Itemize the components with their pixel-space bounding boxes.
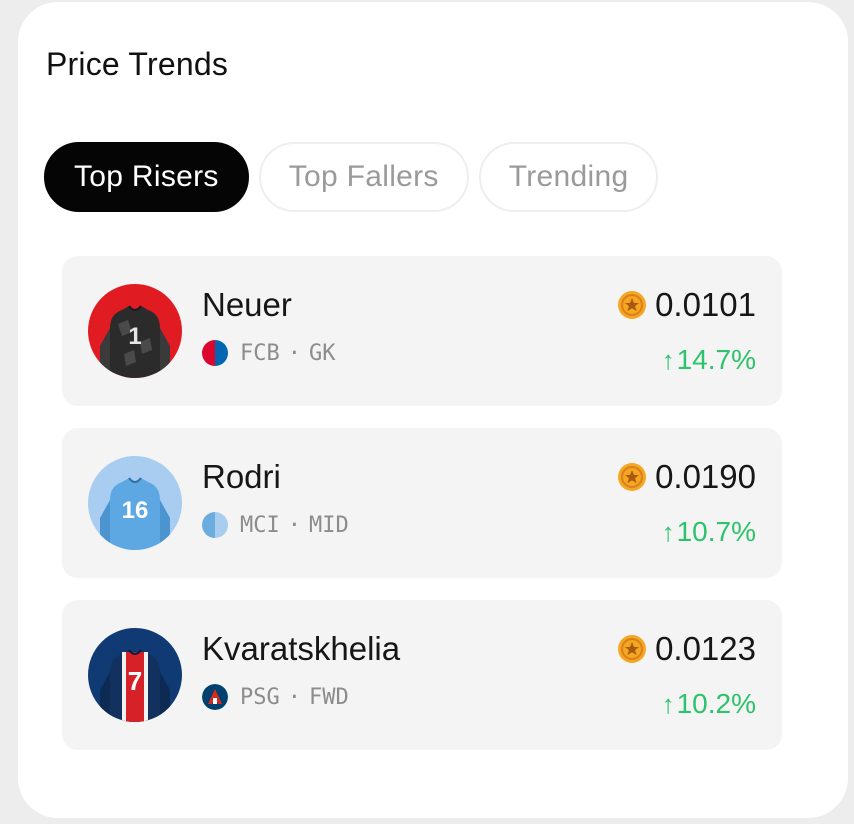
player-row-neuer[interactable]: 1 Neuer FCB · GK 0.0101 ↑ 14.7%: [62, 256, 782, 406]
arrow-up-icon: ↑: [661, 344, 675, 375]
price-change: ↑ 10.2%: [662, 688, 756, 720]
player-position: MID: [309, 512, 349, 538]
price-value: 0.0123: [655, 630, 756, 667]
svg-text:7: 7: [128, 666, 142, 696]
fcb-badge-icon: [202, 340, 228, 366]
tab-trending[interactable]: Trending: [478, 142, 659, 212]
separator-dot: ·: [287, 512, 301, 538]
change-value: 10.2%: [676, 688, 756, 719]
player-club: FCB: [240, 340, 280, 366]
player-position: FWD: [309, 684, 349, 710]
card-title: Price Trends: [46, 46, 229, 82]
svg-text:1: 1: [128, 323, 141, 350]
change-value: 10.7%: [676, 516, 756, 547]
price-change: ↑ 10.7%: [662, 516, 756, 548]
player-meta: PSG · FWD: [202, 684, 349, 710]
player-meta: FCB · GK: [202, 340, 336, 366]
player-club: PSG: [240, 684, 280, 710]
player-name: Rodri: [202, 458, 281, 495]
player-avatar: 1: [88, 284, 182, 378]
player-price: 0.0123: [617, 630, 756, 668]
mci-badge-icon: [202, 512, 228, 538]
price-trends-card: Price Trends Top Risers Top Fallers Tren…: [18, 2, 848, 818]
separator-dot: ·: [287, 684, 301, 710]
star-coin-icon: [617, 462, 647, 492]
player-avatar: 16: [88, 456, 182, 550]
tab-bar: Top Risers Top Fallers Trending: [44, 142, 659, 212]
change-value: 14.7%: [676, 344, 756, 375]
player-row-rodri[interactable]: 16 Rodri MCI · MID 0.0190 ↑ 10.7%: [62, 428, 782, 578]
svg-text:16: 16: [122, 497, 149, 524]
price-change: ↑ 14.7%: [662, 344, 756, 376]
player-club: MCI: [240, 512, 280, 538]
player-name: Neuer: [202, 286, 292, 323]
arrow-up-icon: ↑: [661, 688, 675, 719]
tab-top-fallers[interactable]: Top Fallers: [258, 142, 469, 212]
player-avatar: 7: [88, 628, 182, 722]
star-coin-icon: [617, 290, 647, 320]
player-position: GK: [309, 340, 336, 366]
price-value: 0.0190: [655, 458, 756, 495]
tab-top-risers[interactable]: Top Risers: [44, 142, 249, 212]
player-price: 0.0190: [617, 458, 756, 496]
player-name: Kvaratskhelia: [202, 630, 401, 667]
player-row-kvaratskhelia[interactable]: 7 Kvaratskhelia PSG · FWD 0.0123 ↑ 10.2%: [62, 600, 782, 750]
arrow-up-icon: ↑: [661, 516, 675, 547]
star-coin-icon: [617, 634, 647, 664]
player-list: 1 Neuer FCB · GK 0.0101 ↑ 14.7% 16 Rodri…: [62, 256, 782, 772]
price-value: 0.0101: [655, 286, 756, 323]
separator-dot: ·: [287, 340, 301, 366]
player-price: 0.0101: [617, 286, 756, 324]
player-meta: MCI · MID: [202, 512, 349, 538]
psg-badge-icon: [202, 684, 228, 710]
